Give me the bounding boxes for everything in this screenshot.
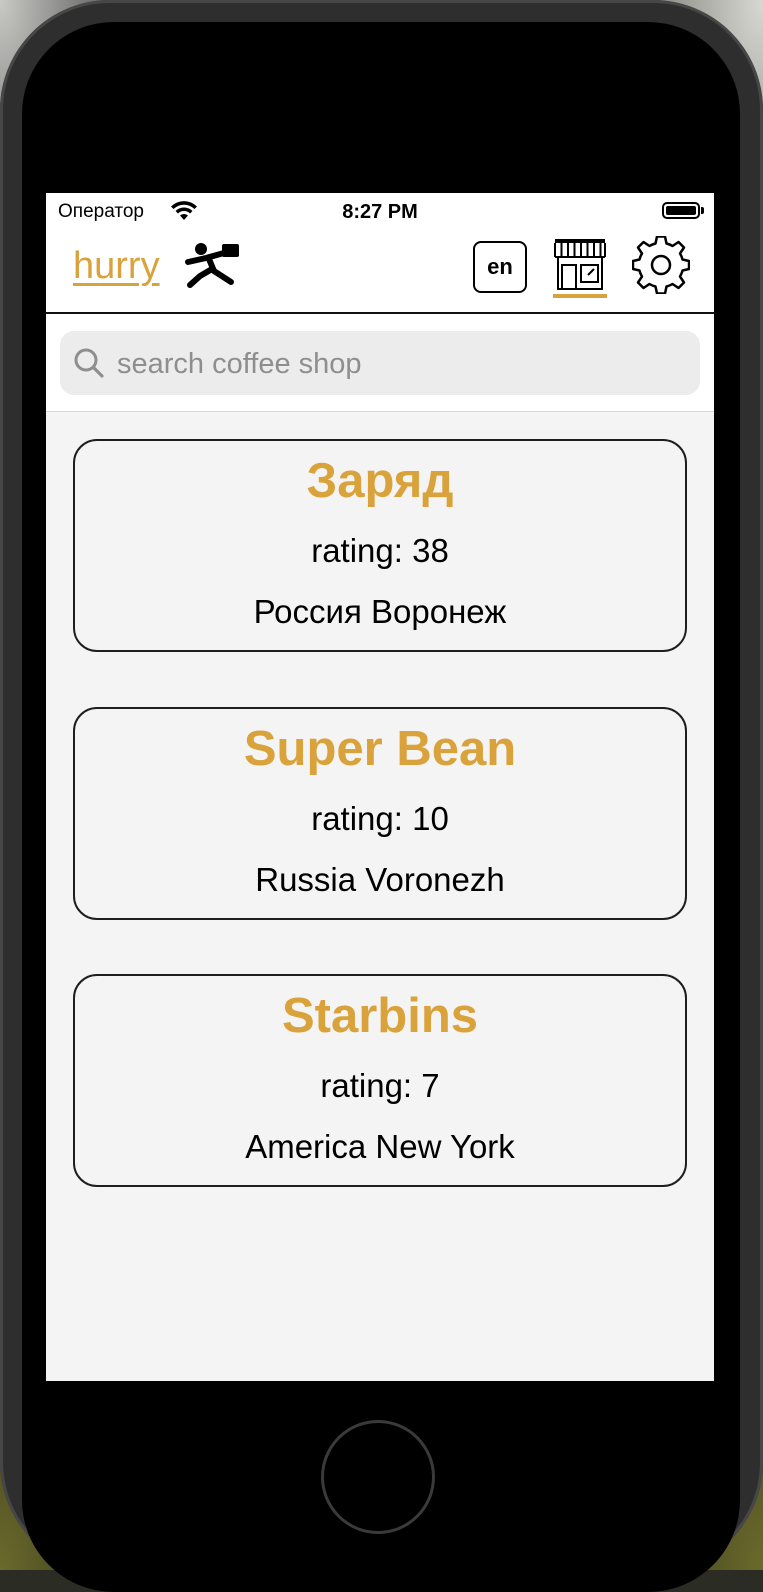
language-button[interactable]: en <box>473 241 527 293</box>
app-logo-text[interactable]: hurry <box>73 245 160 288</box>
status-time: 8:27 PM <box>342 201 418 223</box>
home-button[interactable] <box>321 1420 435 1534</box>
shop-rating: rating: 38 <box>311 532 449 569</box>
status-bar: Оператор 8:27 PM <box>46 193 714 231</box>
shop-card[interactable]: Super Bean rating: 10 Russia Voronezh <box>73 707 687 920</box>
shop-rating: rating: 10 <box>311 800 449 837</box>
search-field[interactable] <box>60 331 700 397</box>
shop-rating: rating: 7 <box>320 1067 440 1104</box>
shop-location: Russia Voronezh <box>255 861 505 898</box>
shop-icon[interactable] <box>552 237 608 291</box>
nav-bar: hurry en <box>46 231 714 314</box>
battery-icon <box>662 202 700 219</box>
battery-tip <box>701 207 704 214</box>
shop-location: Россия Воронеж <box>253 593 507 630</box>
runner-icon <box>185 243 239 288</box>
active-tab-indicator <box>553 294 607 298</box>
shop-name: Starbins <box>281 989 479 1043</box>
gear-icon[interactable] <box>632 236 690 294</box>
app-screen: Оператор 8:27 PM hurry en search coffee … <box>46 193 714 1381</box>
shop-card[interactable]: Заряд rating: 38 Россия Воронеж <box>73 439 687 652</box>
shop-name: Super Bean <box>243 722 517 776</box>
search-bar-container <box>46 314 714 412</box>
search-input[interactable] <box>115 331 689 397</box>
shop-name: Заряд <box>306 454 454 508</box>
search-icon <box>74 348 104 378</box>
shop-location: America New York <box>245 1128 515 1165</box>
shop-card[interactable]: Starbins rating: 7 America New York <box>73 974 687 1187</box>
